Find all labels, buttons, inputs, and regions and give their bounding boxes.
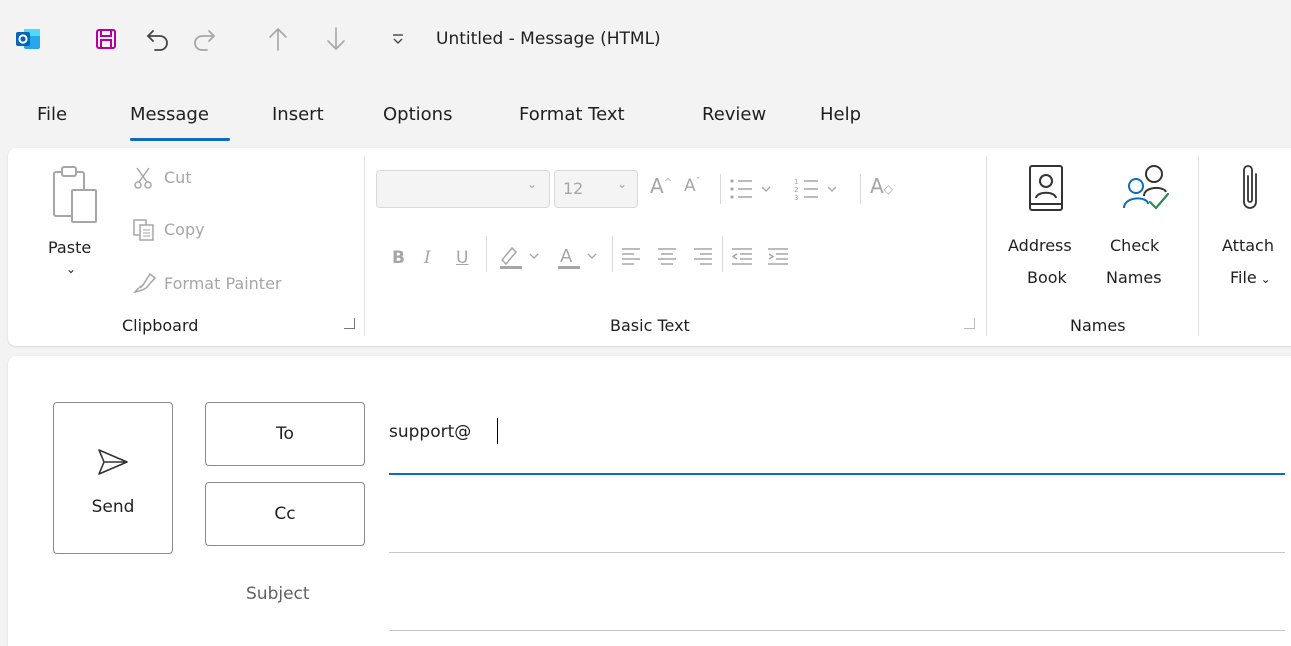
format-painter-button: Format Painter bbox=[164, 274, 282, 293]
to-field[interactable]: support@ bbox=[389, 406, 1285, 472]
customize-quick-access-icon[interactable] bbox=[384, 24, 412, 54]
to-button[interactable]: To bbox=[205, 402, 365, 466]
bullets-icon bbox=[728, 176, 788, 206]
subject-label: Subject bbox=[246, 584, 310, 604]
to-field-value: support@ bbox=[389, 422, 472, 442]
next-item-icon bbox=[322, 24, 350, 54]
clear-formatting-icon: A◇ bbox=[870, 174, 893, 198]
tab-format-text[interactable]: Format Text bbox=[519, 104, 625, 125]
check-names-icon[interactable] bbox=[1116, 162, 1176, 222]
separator bbox=[1198, 156, 1199, 336]
attach-file-label-line1[interactable]: Attach bbox=[1222, 236, 1274, 255]
align-right-icon bbox=[692, 246, 714, 270]
bold-button: B bbox=[392, 248, 405, 268]
tab-message[interactable]: Message bbox=[130, 104, 209, 125]
tab-file[interactable]: File bbox=[37, 104, 67, 125]
save-icon[interactable] bbox=[92, 24, 120, 54]
decrease-font-size-icon: Aˇ bbox=[684, 176, 701, 196]
copy-button: Copy bbox=[164, 220, 205, 239]
font-color-icon: A bbox=[556, 242, 606, 274]
font-name-dropdown: ⌄ bbox=[376, 170, 550, 208]
send-label: Send bbox=[91, 497, 135, 517]
cc-field[interactable] bbox=[389, 486, 1285, 550]
italic-button: I bbox=[424, 248, 431, 268]
previous-item-icon bbox=[264, 24, 292, 54]
paste-icon[interactable] bbox=[48, 162, 108, 236]
send-button[interactable]: Send bbox=[53, 402, 173, 554]
cc-field-underline bbox=[389, 552, 1285, 553]
svg-text:1: 1 bbox=[794, 178, 798, 186]
cc-button[interactable]: Cc bbox=[205, 482, 365, 546]
check-names-label-line1[interactable]: Check bbox=[1110, 236, 1159, 255]
cut-button: Cut bbox=[164, 168, 192, 187]
paste-label[interactable]: Paste bbox=[48, 238, 91, 257]
redo-icon bbox=[190, 24, 218, 54]
separator bbox=[486, 236, 487, 272]
check-names-label-line2[interactable]: Names bbox=[1106, 268, 1162, 287]
attach-file-label-line2[interactable]: File ⌄ bbox=[1230, 268, 1271, 287]
subject-field[interactable] bbox=[389, 564, 1285, 628]
address-book-icon[interactable] bbox=[1026, 164, 1066, 222]
svg-text:A: A bbox=[560, 246, 573, 267]
separator bbox=[860, 174, 861, 204]
names-group-label: Names bbox=[1070, 316, 1126, 335]
underline-button: U bbox=[456, 248, 469, 268]
increase-indent-icon bbox=[766, 246, 790, 270]
to-field-underline bbox=[389, 473, 1285, 475]
chevron-down-icon: ⌄ bbox=[527, 177, 538, 191]
window-title: Untitled - Message (HTML) bbox=[436, 29, 661, 49]
separator bbox=[364, 156, 365, 336]
ribbon: Paste ⌄ Cut Copy Format Painter Clipboar… bbox=[8, 148, 1291, 346]
align-left-icon bbox=[620, 246, 642, 270]
undo-icon[interactable] bbox=[144, 24, 172, 54]
tab-help[interactable]: Help bbox=[820, 104, 861, 125]
tab-insert[interactable]: Insert bbox=[272, 104, 324, 125]
text-cursor bbox=[497, 418, 498, 444]
copy-icon bbox=[132, 218, 156, 246]
tab-review[interactable]: Review bbox=[702, 104, 766, 125]
separator bbox=[720, 174, 721, 204]
decrease-indent-icon bbox=[730, 246, 754, 270]
outlook-logo-icon[interactable] bbox=[14, 24, 42, 54]
font-size-dropdown: 12 ⌄ bbox=[554, 170, 638, 208]
separator bbox=[612, 236, 613, 272]
clipboard-group-label: Clipboard bbox=[122, 316, 199, 335]
separator bbox=[986, 156, 987, 336]
send-icon bbox=[98, 449, 128, 475]
title-bar: Untitled - Message (HTML) bbox=[0, 0, 1291, 84]
paperclip-icon[interactable] bbox=[1240, 162, 1264, 222]
tab-options[interactable]: Options bbox=[383, 104, 452, 125]
font-size-value: 12 bbox=[563, 179, 584, 198]
subject-field-underline bbox=[389, 630, 1285, 631]
chevron-down-icon: ⌄ bbox=[617, 177, 628, 191]
increase-font-size-icon: A^ bbox=[650, 174, 673, 198]
separator bbox=[722, 236, 723, 272]
active-tab-indicator bbox=[130, 138, 230, 141]
paste-dropdown-chevron-icon[interactable]: ⌄ bbox=[66, 262, 76, 276]
chevron-down-icon: ⌄ bbox=[1256, 272, 1271, 286]
cut-icon bbox=[132, 166, 154, 194]
svg-text:2: 2 bbox=[794, 186, 798, 194]
basic-text-dialog-launcher-icon bbox=[964, 318, 975, 329]
svg-text:3: 3 bbox=[794, 194, 798, 202]
clipboard-dialog-launcher-icon[interactable] bbox=[344, 318, 355, 329]
numbering-icon: 1 2 3 bbox=[794, 176, 864, 206]
compose-header: Send To Cc Subject support@ bbox=[8, 356, 1291, 646]
align-center-icon bbox=[656, 246, 678, 270]
basic-text-group-label: Basic Text bbox=[610, 316, 690, 335]
address-book-label-line2[interactable]: Book bbox=[1027, 268, 1067, 287]
highlight-icon bbox=[498, 242, 548, 274]
address-book-label-line1[interactable]: Address bbox=[1008, 236, 1072, 255]
format-painter-icon bbox=[132, 270, 158, 298]
